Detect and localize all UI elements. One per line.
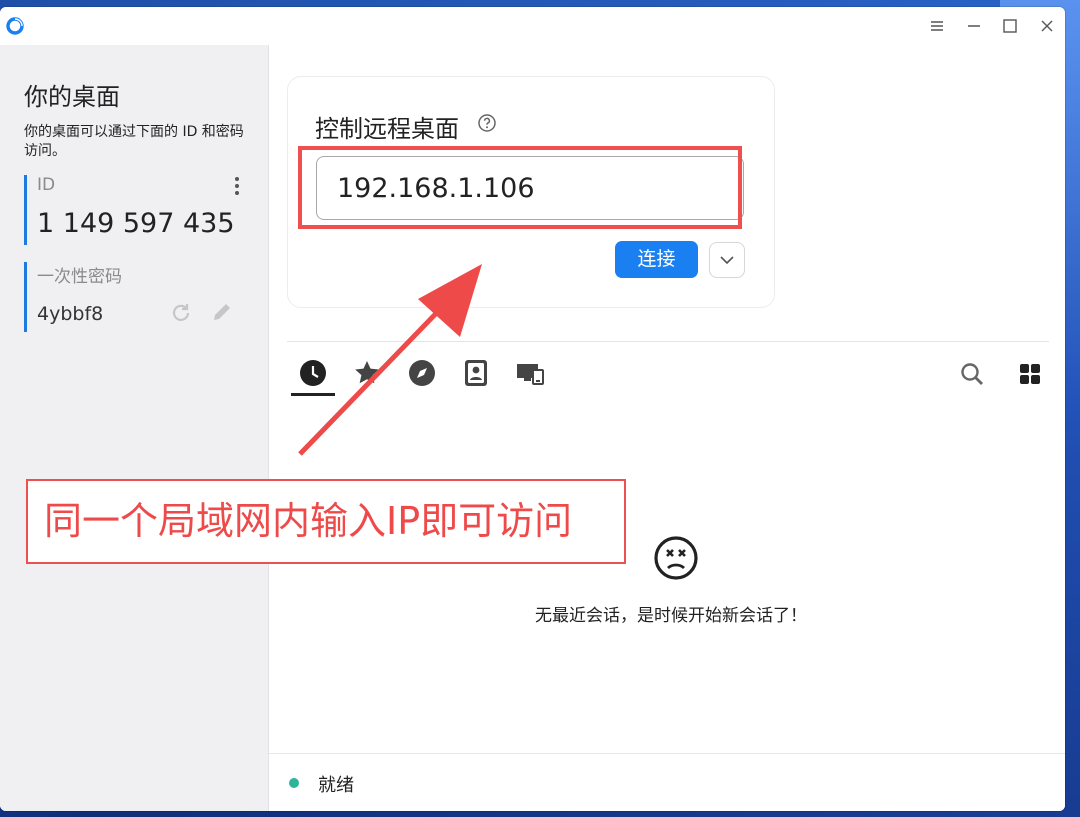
status-indicator [289, 778, 299, 788]
close-icon[interactable] [1037, 16, 1057, 36]
chevron-down-icon [720, 256, 734, 265]
annotation-note: 同一个局域网内输入IP即可访问 [26, 479, 626, 564]
app-logo-icon [6, 17, 24, 35]
refresh-icon[interactable] [170, 302, 192, 324]
menu-icon[interactable] [927, 16, 947, 36]
connect-card-title: 控制远程桌面 [315, 115, 459, 143]
status-bar: 就绪 [269, 753, 1065, 811]
id-value: 1 149 597 435 [37, 208, 235, 239]
password-block: 一次性密码 4ybbf8 [24, 262, 249, 332]
more-options-icon[interactable] [229, 175, 245, 197]
annotation-arrow-icon [298, 264, 482, 456]
devices-icon[interactable] [515, 358, 545, 388]
password-value: 4ybbf8 [37, 303, 104, 325]
title-bar [0, 7, 1065, 45]
connect-options-dropdown[interactable] [709, 242, 745, 278]
password-label: 一次性密码 [37, 267, 122, 287]
empty-state-text: 无最近会话，是时候开始新会话了！ [535, 606, 807, 626]
id-label: ID [37, 175, 56, 195]
input-highlight-box [298, 146, 742, 229]
minimize-icon[interactable] [964, 16, 984, 36]
grid-view-icon[interactable] [1017, 361, 1043, 387]
app-window: 你的桌面 你的桌面可以通过下面的 ID 和密码访问。 ID 1 149 597 … [0, 7, 1065, 811]
sidebar-description: 你的桌面可以通过下面的 ID 和密码访问。 [24, 124, 244, 159]
search-icon[interactable] [959, 361, 985, 387]
sidebar-title: 你的桌面 [24, 83, 120, 111]
status-text: 就绪 [318, 775, 354, 796]
maximize-icon[interactable] [1000, 16, 1020, 36]
sad-face-icon [654, 536, 698, 580]
help-icon[interactable] [477, 113, 497, 133]
empty-state-message: 无最近会话，是时候开始新会话了！ [269, 601, 1065, 626]
connect-button[interactable]: 连接 [615, 241, 698, 278]
sidebar: 你的桌面 你的桌面可以通过下面的 ID 和密码访问。 ID 1 149 597 … [0, 45, 269, 811]
id-block: ID 1 149 597 435 [24, 175, 249, 245]
edit-icon[interactable] [210, 300, 234, 324]
